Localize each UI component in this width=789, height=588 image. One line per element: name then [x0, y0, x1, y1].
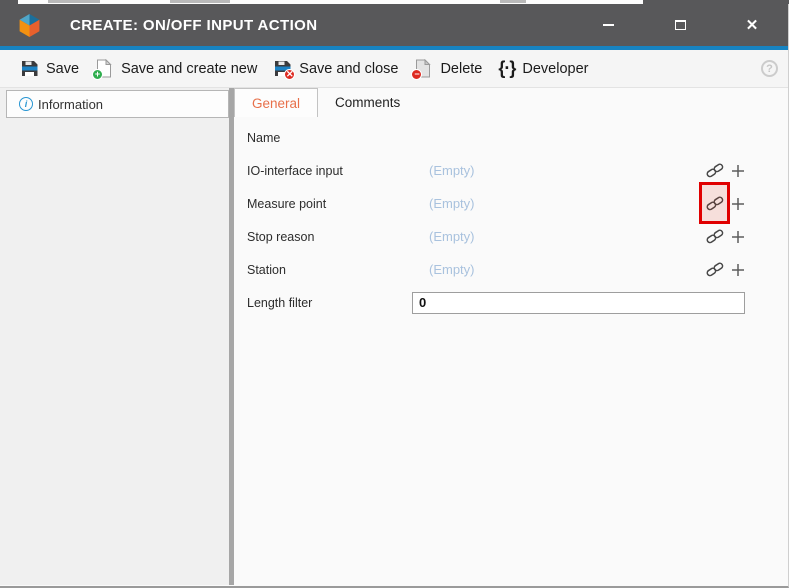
toolbar: Save + Save and create new [0, 50, 788, 88]
save-close-floppy-x-icon: ✕ [273, 59, 292, 78]
save-label: Save [46, 61, 79, 77]
information-icon: i [19, 97, 33, 111]
length-filter-input[interactable] [412, 292, 745, 314]
sidebar: i Information [0, 88, 229, 585]
titlebar: CREATE: ON/OFF INPUT ACTION ✕ [0, 4, 788, 46]
io-interface-input-add-icon[interactable] [731, 164, 745, 178]
delete-page-minus-icon: − [414, 59, 433, 78]
screen: CREATE: ON/OFF INPUT ACTION ✕ S [0, 0, 789, 588]
save-floppy-icon [20, 59, 39, 78]
delete-label: Delete [440, 61, 482, 77]
window-controls: ✕ [572, 4, 788, 46]
save-and-create-new-button[interactable]: + Save and create new [87, 55, 265, 82]
window-title: CREATE: ON/OFF INPUT ACTION [70, 17, 317, 34]
developer-button[interactable]: {·} Developer [490, 54, 596, 83]
form-row-length-filter: Length filter [234, 286, 788, 319]
developer-braces-icon: {·} [498, 58, 515, 79]
save-and-close-button[interactable]: ✕ Save and close [265, 55, 406, 82]
sidebar-item-information[interactable]: i Information [6, 90, 229, 118]
plus-badge-icon: + [92, 69, 103, 80]
form-row-name: Name [234, 121, 788, 154]
io-interface-input-label: IO-interface input [247, 164, 412, 178]
tab-comments[interactable]: Comments [318, 88, 417, 117]
delete-button[interactable]: − Delete [406, 55, 490, 82]
close-badge-icon: ✕ [284, 69, 295, 80]
minus-badge-icon: − [411, 69, 422, 80]
close-icon: ✕ [746, 18, 759, 33]
name-label: Name [247, 131, 412, 145]
measure-point-add-icon[interactable] [731, 197, 745, 211]
save-new-page-plus-icon: + [95, 59, 114, 78]
close-button[interactable]: ✕ [716, 4, 788, 46]
measure-point-value[interactable]: (Empty) [412, 196, 475, 211]
developer-label: Developer [522, 61, 588, 77]
measure-point-label: Measure point [247, 197, 412, 211]
help-icon[interactable]: ? [761, 60, 778, 77]
main-area: i Information General Comments Name [0, 88, 788, 585]
io-interface-input-link-icon[interactable] [706, 162, 724, 179]
stop-reason-link-icon[interactable] [706, 228, 724, 245]
length-filter-label: Length filter [247, 296, 412, 310]
sidebar-item-label: Information [38, 97, 103, 112]
save-and-close-label: Save and close [299, 61, 398, 77]
form-row-stop-reason: Stop reason (Empty) [234, 220, 788, 253]
app-logo-icon [17, 13, 42, 38]
content-panel: General Comments Name IO-interface input… [234, 88, 788, 585]
station-link-icon[interactable] [706, 261, 724, 278]
form: Name IO-interface input (Empty) [234, 117, 788, 319]
form-row-measure-point: Measure point (Empty) [234, 187, 788, 220]
save-button[interactable]: Save [12, 55, 87, 82]
station-label: Station [247, 263, 412, 277]
tab-bar: General Comments [234, 88, 788, 117]
form-row-station: Station (Empty) [234, 253, 788, 286]
measure-point-link-icon[interactable] [706, 195, 724, 212]
minimize-button[interactable] [572, 4, 644, 46]
io-interface-input-value[interactable]: (Empty) [412, 163, 475, 178]
station-value[interactable]: (Empty) [412, 262, 475, 277]
maximize-icon [675, 20, 686, 30]
dialog-window: CREATE: ON/OFF INPUT ACTION ✕ S [0, 4, 789, 588]
tab-general[interactable]: General [234, 88, 318, 117]
minimize-icon [603, 24, 614, 26]
save-and-create-new-label: Save and create new [121, 61, 257, 77]
stop-reason-label: Stop reason [247, 230, 412, 244]
maximize-button[interactable] [644, 4, 716, 46]
stop-reason-add-icon[interactable] [731, 230, 745, 244]
form-row-io-interface-input: IO-interface input (Empty) [234, 154, 788, 187]
stop-reason-value[interactable]: (Empty) [412, 229, 475, 244]
station-add-icon[interactable] [731, 263, 745, 277]
